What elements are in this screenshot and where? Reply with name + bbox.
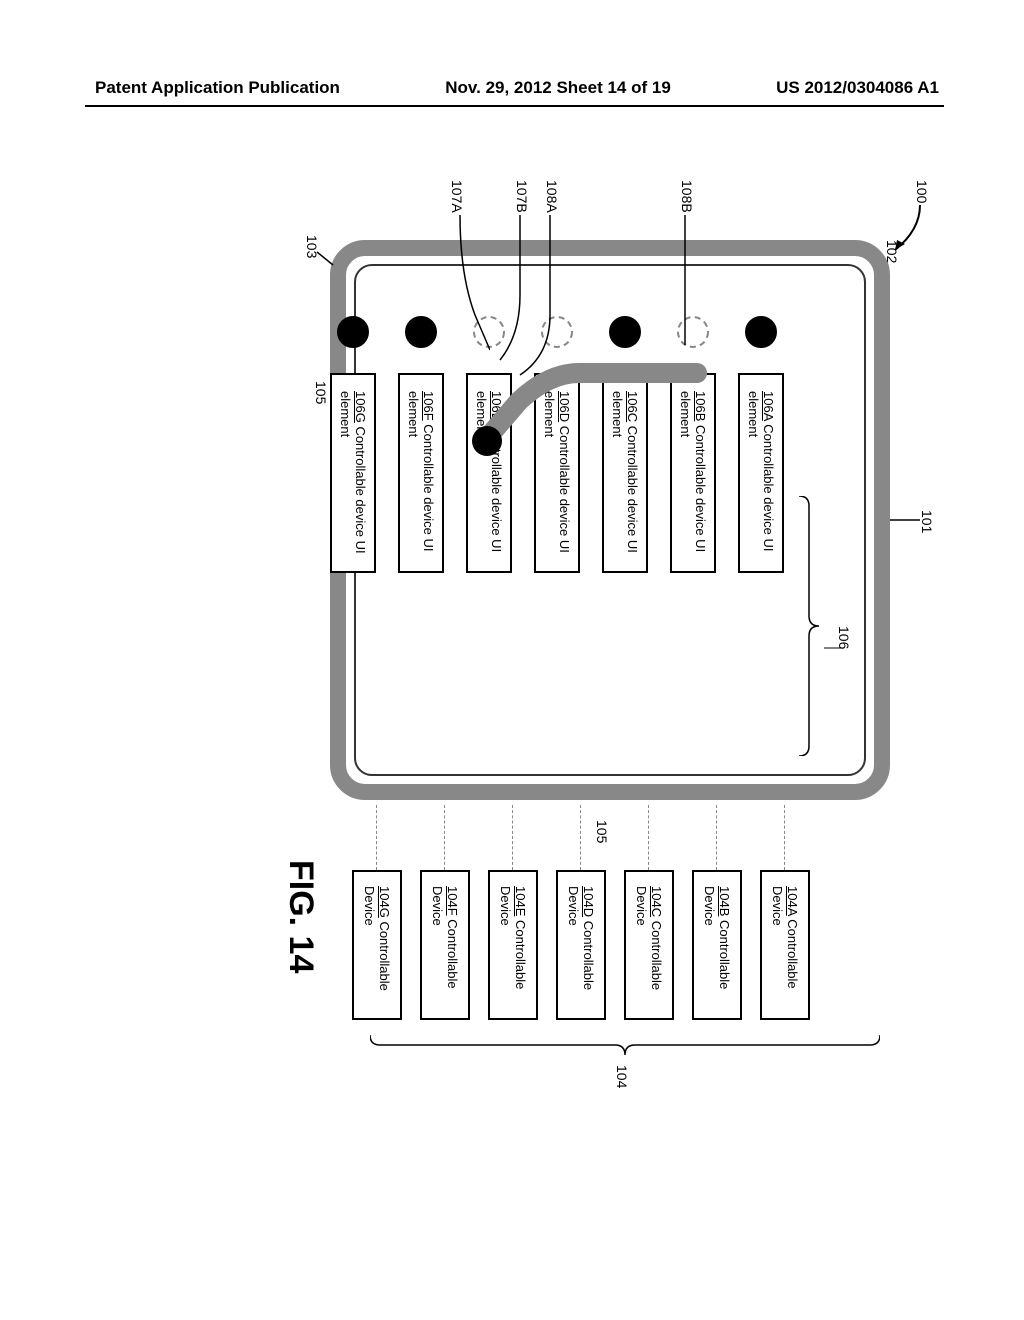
header-left: Patent Application Publication bbox=[95, 78, 340, 98]
status-icon-f bbox=[405, 316, 437, 348]
status-icon-a bbox=[745, 316, 777, 348]
device-104f: 104F Controllable Device bbox=[420, 870, 470, 1020]
figure-14: 100 101 102 106 bbox=[0, 260, 1020, 1120]
touch-device: 106 106A Controllable device UI element … bbox=[330, 240, 890, 800]
ref-105: 105 bbox=[594, 820, 610, 843]
header-center: Nov. 29, 2012 Sheet 14 of 19 bbox=[445, 78, 671, 98]
ref-101: 101 bbox=[919, 510, 935, 533]
ui-element-106a: 106A Controllable device UI element bbox=[738, 373, 784, 573]
swipe-gesture bbox=[469, 361, 709, 481]
device-104a: 104A Controllable Device bbox=[760, 870, 810, 1020]
ui-row-g: 106G Controllable device UI element bbox=[330, 316, 376, 573]
conn-a bbox=[784, 805, 785, 870]
line-103 bbox=[315, 250, 335, 270]
line-107b bbox=[495, 215, 525, 365]
line-106 bbox=[824, 646, 842, 650]
status-icon-c bbox=[609, 316, 641, 348]
ui-row-f: 106F Controllable device UI element bbox=[398, 316, 444, 573]
line-108b bbox=[680, 215, 690, 345]
status-icon-g bbox=[337, 316, 369, 348]
brace-104 bbox=[370, 1030, 880, 1060]
ref-108b: 108B bbox=[679, 180, 695, 213]
conn-d bbox=[580, 805, 581, 870]
page-header: Patent Application Publication Nov. 29, … bbox=[0, 78, 1024, 98]
ui-row-a: 106A Controllable device UI element bbox=[738, 316, 784, 573]
figure-label: FIG. 14 bbox=[281, 860, 320, 973]
device-104e: 104E Controllable Device bbox=[488, 870, 538, 1020]
ui-element-106g: 106G Controllable device UI element bbox=[330, 373, 376, 573]
line-107a bbox=[455, 215, 490, 355]
ref-104: 104 bbox=[614, 1065, 630, 1088]
conn-c bbox=[648, 805, 649, 870]
conn-g bbox=[376, 805, 377, 870]
device-104c: 104C Controllable Device bbox=[624, 870, 674, 1020]
header-rule bbox=[85, 105, 944, 107]
conn-f bbox=[444, 805, 445, 870]
line-101 bbox=[885, 518, 920, 522]
display-panel: 106 106A Controllable device UI element … bbox=[354, 264, 866, 776]
diagram: 100 101 102 106 bbox=[240, 180, 940, 1200]
ref-107b: 107B bbox=[514, 180, 530, 213]
ref-108a: 108A bbox=[544, 180, 560, 213]
conn-e bbox=[512, 805, 513, 870]
device-104g: 104G Controllable Device bbox=[352, 870, 402, 1020]
header-right: US 2012/0304086 A1 bbox=[776, 78, 939, 98]
ref-105-inner: 105 bbox=[313, 381, 329, 404]
device-104b: 104B Controllable Device bbox=[692, 870, 742, 1020]
ref-107a: 107A bbox=[449, 180, 465, 213]
ui-element-106f: 106F Controllable device UI element bbox=[398, 373, 444, 573]
device-104d: 104D Controllable Device bbox=[556, 870, 606, 1020]
brace-106 bbox=[794, 496, 824, 756]
conn-b bbox=[716, 805, 717, 870]
